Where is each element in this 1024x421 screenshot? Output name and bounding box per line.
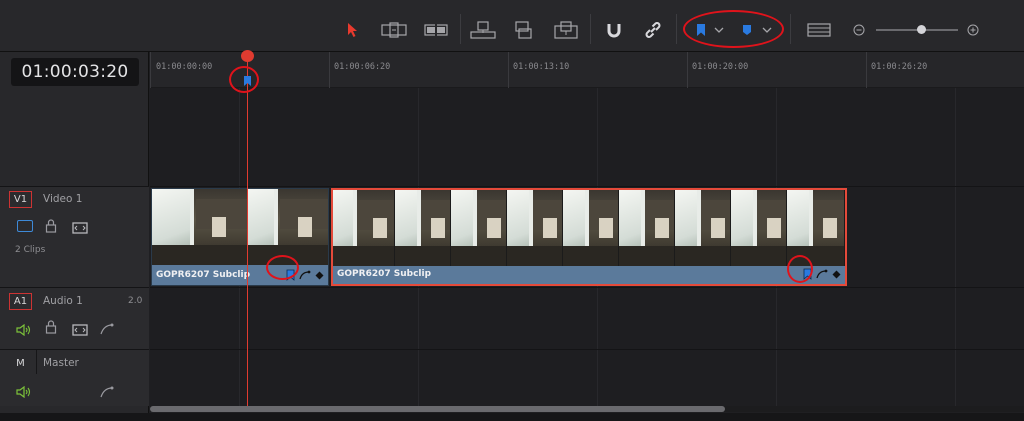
ruler-tick-label: 01:00:00:00 (156, 62, 213, 72)
lock-track-icon[interactable] (45, 319, 57, 338)
timeline-ruler[interactable]: 01:00:00:00 01:00:06:20 01:00:13:10 01:0… (150, 52, 1024, 88)
track-name[interactable]: Audio 1 (43, 295, 83, 307)
track-divider (150, 186, 1024, 187)
timecode-display: 01:00:03:20 (11, 58, 139, 86)
grid-line (955, 88, 956, 406)
lock-track-icon[interactable] (45, 218, 57, 237)
zoom-slider-handle[interactable] (917, 25, 927, 34)
track-enable-icon[interactable] (17, 220, 33, 232)
ruler-tick (687, 52, 688, 88)
marker-icon[interactable] (740, 19, 754, 41)
track-divider (150, 349, 1024, 350)
track-id-master: M (16, 358, 25, 369)
trim-edit-icon[interactable] (380, 19, 408, 41)
snapping-magnet-icon[interactable] (604, 19, 624, 41)
clip-count: 2 Clips (15, 245, 46, 255)
timeline-view-options-icon[interactable] (806, 19, 832, 41)
toolbar-separator (460, 14, 461, 44)
thumbnail (507, 190, 563, 266)
track-id-a1[interactable]: A1 (9, 293, 32, 310)
playhead-line[interactable] (247, 52, 248, 406)
track-name[interactable]: Master (43, 357, 79, 369)
flag-dropdown-chevron-icon[interactable] (712, 19, 726, 41)
blade-edit-icon[interactable] (424, 19, 448, 41)
audio-track-header[interactable]: A1 Audio 1 2.0 (0, 287, 149, 349)
curve-icon[interactable] (816, 269, 828, 279)
keyframe-icon[interactable] (315, 271, 324, 280)
speaker-icon[interactable] (16, 383, 32, 402)
clip-title: GOPR6207 Subclip (156, 270, 251, 280)
marker-dropdown-chevron-icon[interactable] (760, 19, 774, 41)
curve-icon[interactable] (100, 383, 114, 402)
toolbar-separator (676, 14, 677, 44)
clip-thumbnails (333, 190, 845, 266)
clip-icons (286, 269, 324, 281)
track-id-v1[interactable]: V1 (9, 191, 32, 208)
zoom-out-icon[interactable] (852, 19, 866, 41)
video-track-header[interactable]: V1 Video 1 2 Clips (0, 186, 149, 287)
replace-clip-icon[interactable] (554, 19, 578, 41)
ruler-tick-label: 01:00:26:20 (871, 62, 928, 72)
overwrite-clip-icon[interactable] (512, 19, 534, 41)
ruler-marker-icon[interactable] (243, 72, 252, 91)
timeline-toolbar (0, 0, 1024, 52)
flag-icon[interactable] (694, 19, 708, 41)
toolbar-separator (790, 14, 791, 44)
keyframe-icon[interactable] (832, 270, 841, 279)
thumbnail (731, 190, 787, 266)
clip-thumbnails (152, 189, 328, 265)
curve-icon[interactable] (100, 320, 114, 339)
divider (36, 350, 37, 374)
thumbnail (563, 190, 619, 266)
track-name[interactable]: Video 1 (43, 193, 82, 205)
thumbnail (395, 190, 451, 266)
speaker-icon[interactable] (16, 321, 32, 340)
video-clip-selected[interactable]: GOPR6207 Subclip (331, 188, 847, 286)
ruler-tick (866, 52, 867, 88)
linked-selection-icon[interactable] (642, 19, 664, 41)
ruler-tick (508, 52, 509, 88)
ruler-tick (150, 52, 151, 88)
marker-icon[interactable] (803, 268, 812, 280)
insert-clip-icon[interactable] (470, 19, 496, 41)
clip-icons (803, 268, 841, 280)
horizontal-scrollbar-thumb[interactable] (150, 406, 725, 412)
playhead-handle[interactable] (241, 50, 254, 62)
ruler-tick (329, 52, 330, 88)
thumbnail (248, 189, 328, 265)
ruler-tick-label: 01:00:20:00 (692, 62, 749, 72)
ruler-tick-label: 01:00:13:10 (513, 62, 570, 72)
thumbnail (675, 190, 731, 266)
selection-arrow-icon[interactable] (344, 19, 362, 41)
thumbnail (152, 189, 248, 265)
ruler-tick-label: 01:00:06:20 (334, 62, 391, 72)
toolbar-separator (590, 14, 591, 44)
zoom-in-icon[interactable] (966, 19, 980, 41)
master-track-header[interactable]: M Master (0, 349, 149, 406)
thumbnail (451, 190, 507, 266)
auto-select-track-icon[interactable] (72, 321, 88, 340)
thumbnail (787, 190, 845, 266)
auto-select-track-icon[interactable] (72, 219, 88, 238)
bottom-bar (0, 413, 1024, 421)
clip-title: GOPR6207 Subclip (337, 269, 432, 279)
track-divider (150, 287, 1024, 288)
audio-channel-level: 2.0 (128, 296, 143, 306)
curve-icon[interactable] (299, 270, 311, 280)
video-clip[interactable]: GOPR6207 Subclip (151, 188, 329, 286)
marker-icon[interactable] (286, 269, 295, 281)
thumbnail (619, 190, 675, 266)
thumbnail (333, 190, 395, 266)
